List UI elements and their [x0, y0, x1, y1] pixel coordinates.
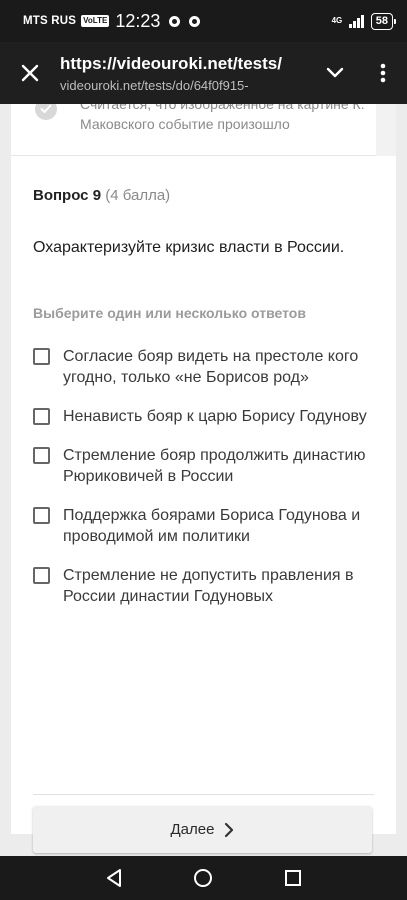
- answer-option[interactable]: Поддержка боярами Бориса Годунова и пров…: [33, 505, 374, 547]
- answer-option[interactable]: Согласие бояр видеть на престоле кого уг…: [33, 346, 374, 388]
- answer-option-label: Согласие бояр видеть на престоле кого уг…: [63, 348, 359, 386]
- menu-button[interactable]: [359, 42, 407, 104]
- close-tab-button[interactable]: [0, 42, 60, 104]
- question-card: Вопрос 9 (4 балла) Охарактеризуйте кризи…: [11, 156, 396, 853]
- chevron-down-icon: [326, 67, 344, 78]
- more-vert-icon: [380, 63, 386, 83]
- answer-option-label: Ненависть бояр к царю Борису Годунову: [63, 408, 367, 425]
- volte-badge: VoLTE: [81, 15, 110, 27]
- answer-option[interactable]: Стремление не допустить правления в Росс…: [33, 565, 374, 607]
- clock: 12:23: [115, 10, 161, 31]
- answer-option[interactable]: Стремление бояр продолжить династию Рюри…: [33, 445, 374, 487]
- question-number: Вопрос 9: [33, 187, 102, 204]
- system-nav-bar: [0, 856, 407, 900]
- next-button-label: Далее: [170, 821, 215, 838]
- status-bar: MTS RUS VoLTE 12:23 4G 58: [0, 0, 407, 42]
- checkbox[interactable]: [33, 348, 50, 365]
- answer-options: Согласие бояр видеть на престоле кого уг…: [33, 346, 374, 607]
- page-content[interactable]: Считается, что изображенное на картине К…: [0, 104, 407, 856]
- question-points: (4 балла): [105, 187, 171, 204]
- checkbox[interactable]: [33, 567, 50, 584]
- previous-question-card: Считается, что изображенное на картине К…: [11, 104, 396, 156]
- notification-icon: [169, 15, 181, 27]
- nav-home-button[interactable]: [193, 868, 213, 888]
- page-url: videouroki.net/tests/do/64f0f915-: [60, 77, 249, 93]
- answer-option-label: Поддержка боярами Бориса Годунова и пров…: [63, 507, 361, 545]
- checkbox[interactable]: [33, 447, 50, 464]
- nav-recents-button[interactable]: [284, 869, 302, 887]
- page-title: https://videouroki.net/tests/: [60, 53, 282, 73]
- close-icon: [21, 64, 39, 82]
- checkbox[interactable]: [33, 408, 50, 425]
- divider: [33, 794, 374, 795]
- question-text: Охарактеризуйте кризис власти в России.: [33, 239, 345, 256]
- answer-option-label: Стремление бояр продолжить династию Рюри…: [63, 447, 366, 485]
- address-area[interactable]: https://videouroki.net/tests/ videouroki…: [60, 54, 311, 93]
- nav-back-icon: [107, 869, 122, 887]
- checkmark-icon: [35, 104, 57, 120]
- battery-indicator: 58: [370, 12, 397, 30]
- answer-option[interactable]: Ненависть бояр к царю Борису Годунову: [33, 406, 374, 427]
- answer-option-label: Стремление не допустить правления в Росс…: [63, 567, 354, 605]
- question-header: Вопрос 9 (4 балла): [33, 187, 374, 204]
- nav-recents-icon: [284, 870, 301, 886]
- signal-icon: [349, 14, 364, 28]
- network-type: 4G: [331, 16, 343, 25]
- nav-back-button[interactable]: [105, 868, 123, 888]
- checkbox[interactable]: [33, 507, 50, 524]
- nav-home-icon: [194, 869, 213, 887]
- browser-toolbar: https://videouroki.net/tests/ videouroki…: [0, 42, 407, 104]
- carrier-name: MTS RUS: [23, 15, 77, 27]
- chevron-right-icon: [224, 822, 234, 838]
- previous-answer-text: Считается, что изображенное на картине К…: [80, 104, 365, 132]
- answer-instruction: Выберите один или несколько ответов: [33, 305, 306, 321]
- expand-button[interactable]: [311, 42, 359, 104]
- scroll-edge: [376, 104, 396, 156]
- notification-icon: [189, 15, 201, 27]
- next-button[interactable]: Далее: [33, 806, 372, 853]
